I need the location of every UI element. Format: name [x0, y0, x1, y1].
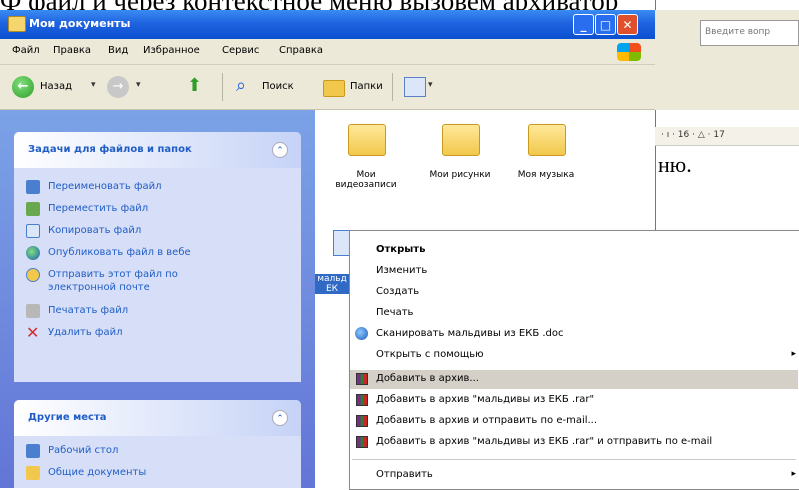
menu-add-to-rar[interactable]: Добавить в архив "мальдивы из ЕКБ .rar" [350, 391, 798, 410]
folder-label: Моя музыка [517, 170, 575, 180]
task-label[interactable]: Копировать файл [48, 225, 141, 236]
menu-bar: Файл Правка Вид Избранное Сервис Справка [0, 40, 655, 65]
move-icon [26, 202, 40, 216]
menu-add-to-archive[interactable]: Добавить в архив... [350, 370, 798, 389]
task-label[interactable]: Печатать файл [48, 305, 128, 316]
back-arrow-icon[interactable]: ← [12, 76, 34, 98]
place-label[interactable]: Общие документы [48, 467, 146, 478]
forward-arrow-icon[interactable]: → [107, 76, 129, 98]
menu-edit[interactable]: Правка [53, 45, 91, 56]
submenu-arrow-icon: ▸ [791, 469, 796, 479]
folders-icon[interactable] [321, 75, 345, 97]
collapse-icon[interactable]: ⌃ [272, 142, 288, 158]
delete-icon: ✕ [26, 323, 40, 342]
folder-label: Мои рисунки [429, 170, 491, 180]
task-pane: Задачи для файлов и папок ⌃ Переименоват… [0, 110, 315, 488]
menu-print[interactable]: Печать [350, 304, 798, 323]
search-icon[interactable]: ⌕ [236, 75, 258, 97]
folder-label: Мои видеозаписи [335, 170, 397, 190]
web-icon [26, 246, 40, 260]
menu-tools[interactable]: Сервис [222, 45, 259, 56]
folders-button-label[interactable]: Папки [350, 81, 383, 92]
up-folder-icon[interactable]: ⬆ [187, 75, 209, 97]
task-label[interactable]: Переименовать файл [48, 181, 162, 192]
close-button[interactable]: ✕ [617, 14, 638, 35]
collapse-icon[interactable]: ⌃ [272, 410, 288, 426]
folder-icon [442, 124, 480, 156]
context-menu: Открыть Изменить Создать Печать Сканиров… [349, 230, 799, 490]
views-dropdown-icon[interactable]: ▾ [428, 80, 433, 90]
menu-create[interactable]: Создать [350, 283, 798, 302]
menu-open-with[interactable]: Открыть с помощью ▸ [350, 346, 798, 365]
other-places-header[interactable]: Другие места ⌃ [14, 400, 301, 436]
task-label[interactable]: Переместить файл [48, 203, 148, 214]
menu-edit-file[interactable]: Изменить [350, 262, 798, 281]
scan-icon [355, 327, 368, 340]
window-title: Мои документы [29, 17, 131, 30]
search-button-label[interactable]: Поиск [262, 81, 294, 92]
back-button-label[interactable]: Назад [40, 81, 72, 92]
toolbar-divider [222, 73, 223, 101]
toolbar: ← Назад ▾ → ▾ ⬆ ⌕ Поиск Папки ▾ [0, 65, 655, 110]
views-icon[interactable] [404, 77, 426, 97]
task-label[interactable]: Опубликовать файл в вебе [48, 247, 191, 258]
copy-icon [26, 224, 40, 238]
windows-logo-icon [617, 43, 641, 61]
menu-separator [352, 459, 796, 460]
menu-help[interactable]: Справка [279, 45, 323, 56]
minimize-button[interactable]: _ [573, 14, 594, 35]
task-label[interactable]: Отправить этот файл по [48, 269, 178, 280]
forward-dropdown-icon[interactable]: ▾ [136, 80, 141, 90]
menu-view[interactable]: Вид [108, 45, 128, 56]
rar-icon [356, 394, 368, 406]
file-tasks-panel: Задачи для файлов и папок ⌃ Переименоват… [14, 132, 301, 382]
place-label[interactable]: Рабочий стол [48, 445, 118, 456]
back-dropdown-icon[interactable]: ▾ [91, 80, 96, 90]
menu-send-to[interactable]: Отправить ▸ [350, 466, 798, 485]
task-label[interactable]: Удалить файл [48, 327, 123, 338]
folder-icon [528, 124, 566, 156]
menu-file[interactable]: Файл [12, 45, 40, 56]
other-places-panel: Другие места ⌃ Рабочий стол Общие докуме… [14, 400, 301, 488]
file-label: мальд ЕК [315, 274, 349, 294]
toolbar-divider [392, 73, 393, 101]
file-tasks-header[interactable]: Задачи для файлов и папок ⌃ [14, 132, 301, 168]
menu-open[interactable]: Открыть [350, 241, 798, 260]
desktop-icon [26, 444, 40, 458]
menu-scan[interactable]: Сканировать мальдивы из ЕКБ .doc [350, 325, 798, 344]
menu-favorites[interactable]: Избранное [143, 45, 200, 56]
word-text: ню. [658, 152, 692, 177]
rar-icon [356, 415, 368, 427]
panel-title: Другие места [28, 412, 107, 423]
word-ruler: · ı · 16 · △ · 17 [655, 127, 799, 146]
ruler-label: · ı · 16 · △ · 17 [661, 130, 725, 140]
print-icon [26, 304, 40, 318]
rar-icon [356, 436, 368, 448]
mail-icon [26, 268, 40, 282]
maximize-button[interactable]: □ [595, 14, 616, 35]
menu-add-and-email[interactable]: Добавить в архив и отправить по e-mail..… [350, 412, 798, 431]
menu-add-rar-and-email[interactable]: Добавить в архив "мальдивы из ЕКБ .rar" … [350, 433, 798, 452]
folder-icon [348, 124, 386, 156]
folder-icon [8, 16, 26, 32]
rename-icon [26, 180, 40, 194]
task-label-line2[interactable]: электронной почте [48, 282, 150, 293]
rar-icon [356, 373, 368, 385]
submenu-arrow-icon: ▸ [791, 349, 796, 359]
shared-docs-icon [26, 466, 40, 480]
title-bar[interactable]: Мои документы _ □ ✕ [0, 10, 655, 39]
panel-title: Задачи для файлов и папок [28, 144, 192, 155]
ask-question-input[interactable]: Введите вопр [700, 20, 799, 46]
